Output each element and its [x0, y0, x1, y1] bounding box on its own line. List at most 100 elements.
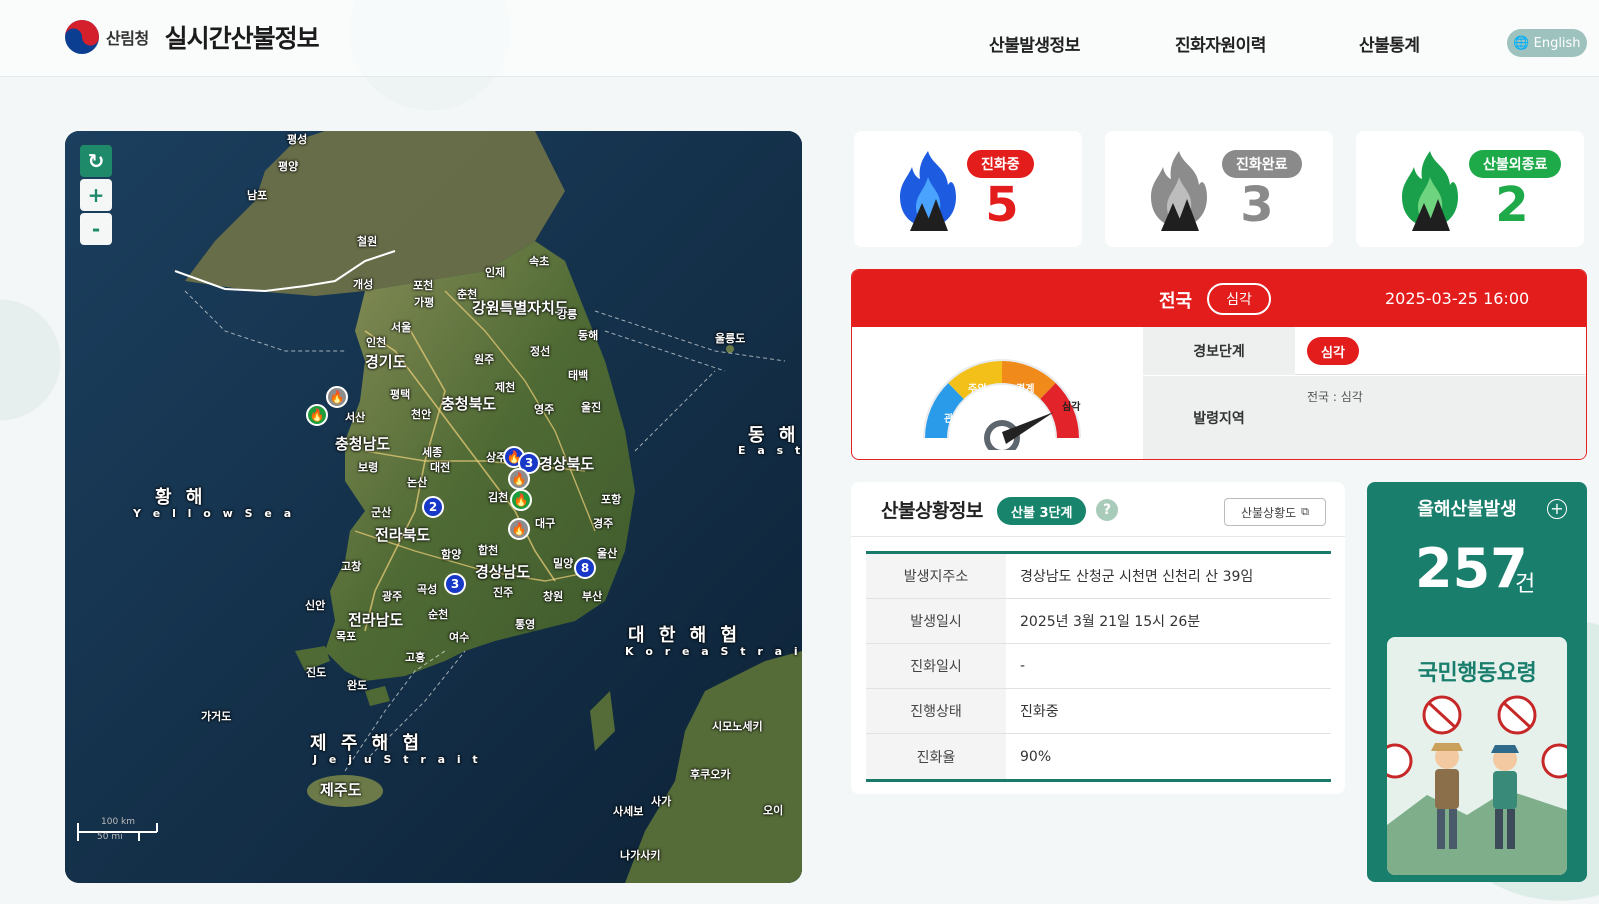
refresh-icon: ↻	[87, 149, 105, 173]
alert-panel: 전국 심각 2025-03-25 16:00 관심 주의 경계 심각 경보단계 …	[851, 269, 1587, 460]
city-label: 순천	[428, 608, 449, 621]
green-fire-icon	[1402, 151, 1458, 231]
annual-more-button[interactable]: +	[1547, 499, 1567, 519]
city-label: 여수	[449, 631, 470, 644]
gauge-label: 경계	[1016, 382, 1034, 395]
city-label: 울진	[581, 401, 602, 414]
table-row: 진화일시 -	[866, 644, 1331, 689]
city-label: 고흥	[405, 651, 426, 664]
fire-marker-extinguished[interactable]: 🔥	[508, 468, 530, 490]
gauge-label: 관심	[944, 412, 962, 425]
city-label: 평양	[278, 160, 299, 173]
stat-other-end-value: 2	[1495, 177, 1529, 233]
city-label: 가평	[414, 296, 435, 309]
stat-card-other-end[interactable]: 산불외종료 2	[1356, 131, 1584, 247]
city-label: 세종	[422, 446, 443, 459]
city-label: 대구	[535, 517, 556, 530]
stat-card-active[interactable]: 진화중 5	[854, 131, 1082, 247]
help-icon[interactable]: ?	[1096, 499, 1118, 521]
alert-gauge-icon: 관심 주의 경계 심각	[923, 359, 1081, 450]
public-action-guide-title: 국민행동요령	[1417, 661, 1537, 686]
org-name: 산림청	[106, 29, 149, 48]
city-label: 통영	[515, 618, 536, 631]
city-label: 진도	[306, 666, 327, 679]
table-row: 발생지주소 경상남도 산청군 시천면 신천리 산 39임	[866, 554, 1331, 599]
city-label: 경주	[593, 517, 614, 530]
city-label: 포천	[413, 279, 434, 292]
region-label-jeonbuk: 전라북도	[375, 526, 431, 544]
fire-status-table: 발생지주소 경상남도 산청군 시천면 신천리 산 39임 발생일시 2025년 …	[866, 551, 1331, 782]
table-row: 진행상태 진화중	[866, 689, 1331, 734]
alert-table: 경보단계 심각 발령지역 전국 : 심각	[1143, 327, 1586, 459]
city-label: 제천	[495, 381, 516, 394]
fire-marker-extinguished[interactable]: 🔥	[326, 386, 348, 408]
city-label: 군산	[371, 506, 392, 519]
city-label: 원주	[474, 353, 495, 366]
city-label: 나가사키	[620, 849, 661, 862]
fire-map[interactable]: ↻ + - 황 해 Y e l l o w S e a 대 한 해 협 K o …	[65, 131, 802, 883]
map-refresh-button[interactable]: ↻	[80, 145, 112, 177]
fire-status-map-label: 산불상황도	[1240, 505, 1297, 520]
gauge-label: 심각	[1062, 400, 1081, 413]
table-row: 진화율 90%	[866, 734, 1331, 779]
stat-active-value: 5	[985, 177, 1019, 233]
stat-card-extinguished[interactable]: 진화완료 3	[1105, 131, 1333, 247]
annual-title: 올해산불발생	[1417, 499, 1517, 520]
nav-fire-occurrence[interactable]: 산불발생정보	[989, 31, 1080, 56]
city-label: 남포	[247, 189, 268, 202]
city-label: 부산	[582, 590, 603, 603]
city-label: 사가	[651, 795, 672, 808]
taegeuk-emblem-icon	[65, 20, 99, 54]
city-label: 평성	[287, 133, 308, 146]
stat-other-end-label: 산불외종료	[1469, 150, 1562, 178]
city-label: 영주	[534, 403, 555, 416]
stat-active-label: 진화중	[967, 150, 1034, 178]
sea-label-yellow: 황 해	[155, 487, 207, 508]
city-label: 동해	[578, 329, 599, 342]
site-title: 실시간산불정보	[164, 24, 320, 53]
public-action-guide-card[interactable]: 국민행동요령	[1387, 637, 1567, 875]
city-label: 속초	[529, 255, 550, 268]
city-label: 신안	[305, 599, 326, 612]
row-value: -	[1020, 658, 1026, 674]
english-button[interactable]: 🌐 English	[1507, 29, 1587, 57]
sea-label-korea-strait-en: K o r e a S t r a i t	[625, 645, 802, 658]
alert-datetime: 2025-03-25 16:00	[1385, 289, 1530, 308]
sea-label-yellow-en: Y e l l o w S e a	[133, 507, 296, 520]
gray-fire-icon	[1151, 151, 1207, 231]
region-label-gyeongnam: 경상남도	[475, 563, 531, 581]
blue-fire-icon	[900, 151, 956, 231]
city-label: 태백	[568, 369, 589, 382]
city-label: 논산	[407, 476, 428, 489]
region-label-jeonnam: 전라남도	[348, 611, 404, 629]
row-label: 진행상태	[866, 689, 1006, 733]
fire-marker-active[interactable]: 8	[574, 557, 596, 579]
city-label: 합천	[478, 544, 499, 557]
nav-resource-history[interactable]: 진화자원이력	[1175, 31, 1266, 56]
city-label: 강릉	[557, 308, 578, 321]
fire-marker-other-end[interactable]: 🔥	[306, 404, 328, 426]
fire-marker-other-end[interactable]: 🔥	[510, 489, 532, 511]
region-label-gyeongbuk: 경상북도	[539, 455, 595, 473]
nav-fire-statistics[interactable]: 산불통계	[1359, 31, 1420, 56]
flame-icon: 🔥	[309, 408, 325, 422]
fire-marker-extinguished[interactable]: 🔥	[508, 518, 530, 540]
city-label: 인제	[485, 266, 506, 279]
city-label: 고창	[341, 560, 362, 573]
fire-marker-active[interactable]: 3	[444, 573, 466, 595]
map-zoom-out-button[interactable]: -	[80, 213, 112, 245]
city-label: 춘천	[457, 288, 478, 301]
logo[interactable]: 산림청 실시간산불정보	[64, 19, 320, 55]
annual-unit: 건	[1515, 572, 1536, 597]
fire-marker-active[interactable]: 2	[422, 496, 444, 518]
alert-region: 전국	[1159, 291, 1193, 312]
map-zoom-in-button[interactable]: +	[80, 179, 112, 211]
city-label: 진주	[493, 586, 514, 599]
alert-area-value: 전국 : 심각	[1307, 390, 1363, 404]
city-label: 천안	[411, 408, 432, 421]
city-label: 보령	[358, 461, 379, 474]
fire-status-map-button[interactable]: 산불상황도 ⧉	[1224, 498, 1326, 526]
annual-fire-panel: 올해산불발생 + 257 건 국민행동요령	[1367, 482, 1587, 882]
fire-status-title: 산불상황정보	[881, 500, 983, 522]
city-label: 철원	[357, 235, 378, 248]
